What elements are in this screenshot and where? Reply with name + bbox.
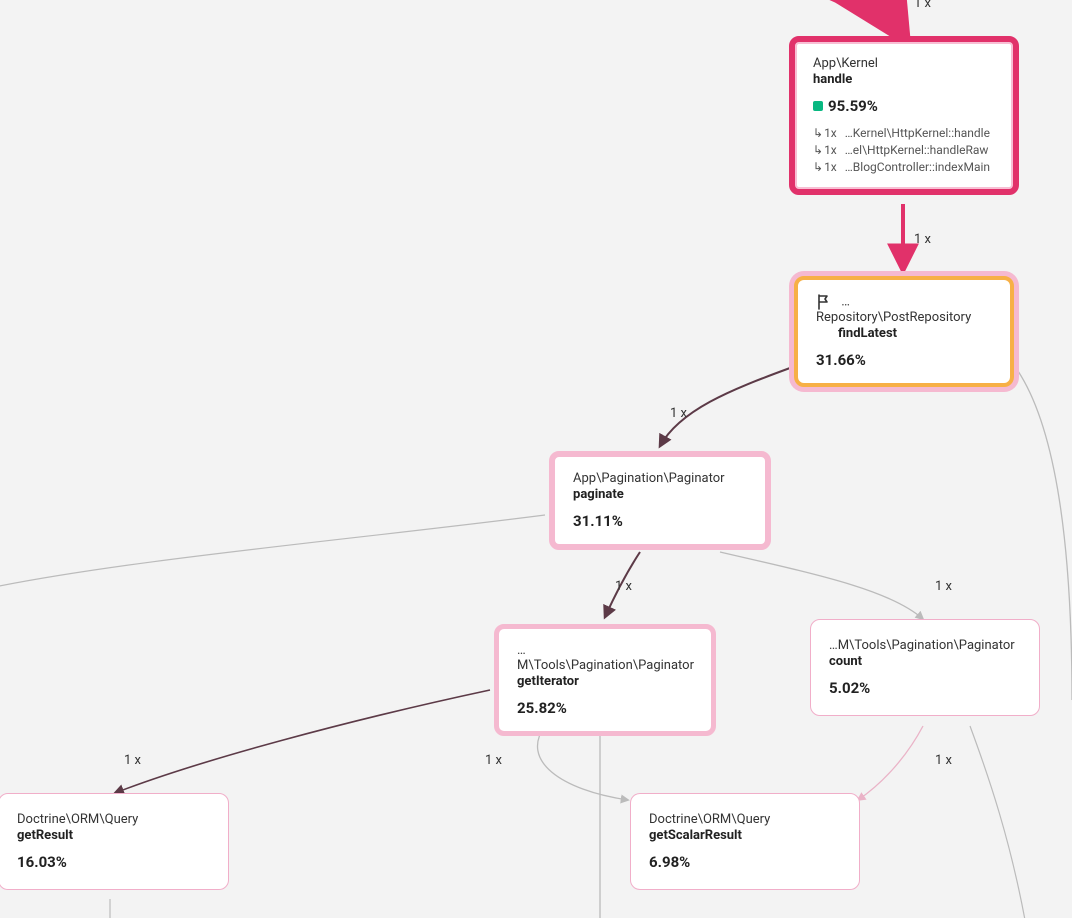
node-namespace: Doctrine\ORM\Query: [649, 812, 841, 827]
call-row: 1x …Kernel\HttpKernel::handle: [813, 125, 995, 142]
node-function: getResult: [17, 828, 210, 843]
node-query-getresult[interactable]: Doctrine\ORM\Query getResult 16.03%: [0, 793, 229, 890]
node-namespace: Doctrine\ORM\Query: [17, 812, 210, 827]
node-function: handle: [813, 72, 995, 87]
edge-label-iterator-scalar: 1 x: [483, 753, 504, 768]
arrow-icon: 1x: [813, 142, 837, 159]
edge-label-paginate-count: 1 x: [933, 579, 954, 594]
edge-label-repo-paginate: 1 x: [668, 406, 689, 421]
node-namespace: …M\Tools\Pagination\Paginator: [517, 643, 693, 673]
edge-label-in: 1 x: [912, 0, 933, 11]
node-function: getIterator: [517, 674, 693, 689]
node-namespace: App\Pagination\Paginator: [573, 471, 747, 486]
node-function: getScalarResult: [649, 828, 841, 843]
arrow-icon: 1x: [813, 159, 837, 176]
node-post-repository-findlatest[interactable]: …Repository\PostRepository findLatest 31…: [794, 276, 1014, 387]
node-percent: 16.03%: [17, 853, 210, 871]
node-paginator-count[interactable]: …M\Tools\Pagination\Paginator count 5.02…: [810, 619, 1040, 716]
node-paginator-getiterator[interactable]: …M\Tools\Pagination\Paginator getIterato…: [494, 624, 716, 736]
edge-label-paginate-iterator: 1 x: [613, 579, 634, 594]
call-row: 1x …BlogController::indexMain: [813, 159, 995, 176]
node-percent: 5.02%: [829, 679, 1021, 697]
edge-label-kernel-repo: 1 x: [912, 232, 933, 247]
call-target: …Kernel\HttpKernel::handle: [845, 125, 990, 142]
flag-icon: [816, 294, 832, 310]
call-target: …BlogController::indexMain: [845, 159, 990, 176]
status-square-icon: [813, 101, 823, 111]
node-percent: 25.82%: [517, 699, 693, 717]
node-function: paginate: [573, 487, 747, 502]
arrow-icon: 1x: [813, 125, 837, 142]
call-list: 1x…Kernel\HttpKernel::handle 1x…el\HttpK…: [813, 125, 995, 175]
node-namespace: …M\Tools\Pagination\Paginator: [829, 638, 1021, 653]
edge-label-iterator-result: 1 x: [122, 753, 143, 768]
node-percent: 95.59%: [813, 97, 995, 115]
node-kernel-handle[interactable]: App\Kernel handle 95.59% 1x …Kernel\HttpK…: [789, 36, 1019, 195]
node-percent: 31.11%: [573, 512, 747, 530]
node-query-getscalarresult[interactable]: Doctrine\ORM\Query getScalarResult 6.98%: [630, 793, 860, 890]
node-percent: 6.98%: [649, 853, 841, 871]
node-function: count: [829, 654, 1021, 669]
edge-label-count-scalar: 1 x: [933, 753, 954, 768]
call-row: 1x …el\HttpKernel::handleRaw: [813, 142, 995, 159]
node-namespace: App\Kernel: [813, 56, 995, 71]
node-namespace: …Repository\PostRepository: [816, 295, 971, 326]
call-target: …el\HttpKernel::handleRaw: [845, 142, 989, 159]
node-function: findLatest: [838, 326, 992, 341]
node-percent: 31.66%: [816, 351, 992, 369]
node-paginator-paginate[interactable]: App\Pagination\Paginator paginate 31.11%: [549, 451, 771, 550]
